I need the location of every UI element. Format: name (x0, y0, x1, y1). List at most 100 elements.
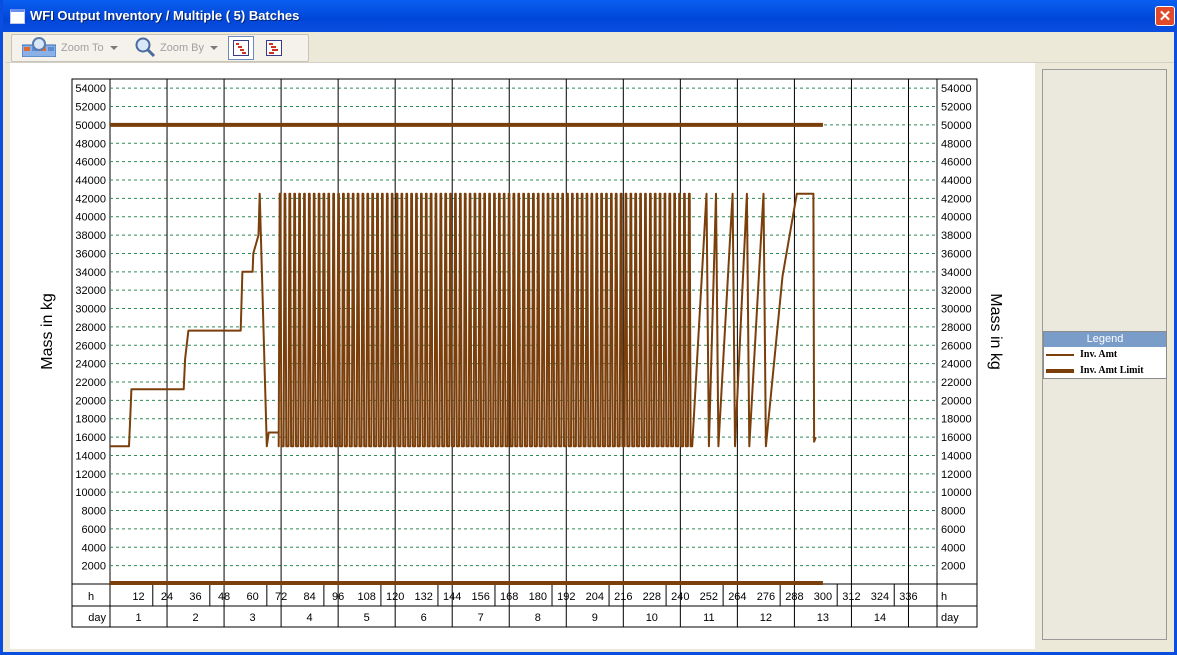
y-tick-label-left: 6000 (82, 524, 106, 536)
y-axis-title-right: Mass in kg (987, 293, 1004, 369)
x-hour-tick-label: 24 (161, 591, 173, 603)
y-tick-label-right: 16000 (941, 432, 972, 444)
x-hour-tick-label: 108 (357, 591, 375, 603)
y-tick-label-right: 18000 (941, 414, 972, 426)
y-tick-label-left: 38000 (75, 230, 106, 242)
x-day-row-label-right: day (941, 612, 959, 624)
y-tick-label-right: 26000 (941, 340, 972, 352)
legend-swatch-inv-amt-limit (1046, 369, 1074, 373)
chart-view-icon (233, 40, 249, 56)
x-day-tick-label: 4 (307, 612, 313, 624)
zoom-by-button[interactable]: Zoom By (134, 36, 219, 61)
y-tick-label-left: 52000 (75, 102, 106, 114)
x-day-tick-label: 7 (478, 612, 484, 624)
window-title: WFI Output Inventory / Multiple ( 5) Bat… (30, 8, 300, 23)
y-axis-title-left: Mass in kg (39, 293, 56, 369)
y-tick-label-left: 46000 (75, 157, 106, 169)
x-hour-tick-label: 300 (814, 591, 832, 603)
y-tick-label-left: 54000 (75, 83, 106, 95)
zoom-by-label: Zoom By (160, 42, 205, 54)
toolbar-group: Zoom To Zoom By (11, 34, 309, 62)
x-day-tick-label: 3 (250, 612, 256, 624)
x-hour-tick-label: 12 (132, 591, 144, 603)
y-tick-label-left: 40000 (75, 212, 106, 224)
y-tick-label-right: 48000 (941, 138, 972, 150)
close-button[interactable]: ✕ (1155, 6, 1175, 26)
x-day-tick-label: 13 (817, 612, 829, 624)
y-tick-label-right: 38000 (941, 230, 972, 242)
x-day-tick-label: 2 (192, 612, 198, 624)
x-day-tick-label: 5 (364, 612, 370, 624)
y-tick-label-right: 54000 (941, 83, 972, 95)
gantt-view-icon (266, 40, 282, 56)
y-tick-label-left: 20000 (75, 395, 106, 407)
y-tick-label-right: 34000 (941, 267, 972, 279)
y-tick-label-left: 28000 (75, 322, 106, 334)
y-tick-label-right: 24000 (941, 359, 972, 371)
legend-label-inv-amt-limit: Inv. Amt Limit (1080, 365, 1144, 376)
x-hour-tick-label: 336 (899, 591, 917, 603)
y-tick-label-right: 22000 (941, 377, 972, 389)
y-tick-label-right: 44000 (941, 175, 972, 187)
y-tick-label-left: 16000 (75, 432, 106, 444)
zoom-by-dropdown-icon[interactable] (210, 46, 219, 50)
x-hour-tick-label: 144 (443, 591, 461, 603)
legend-item-inv-amt-limit: Inv. Amt Limit (1044, 363, 1166, 379)
y-tick-label-right: 36000 (941, 248, 972, 260)
y-tick-label-left: 48000 (75, 138, 106, 150)
x-hour-tick-label: 84 (303, 591, 315, 603)
x-day-tick-label: 1 (135, 612, 141, 624)
y-tick-label-right: 12000 (941, 469, 972, 481)
y-tick-label-right: 14000 (941, 450, 972, 462)
x-day-tick-label: 8 (535, 612, 541, 624)
x-hour-tick-label: 60 (246, 591, 258, 603)
x-day-tick-label: 6 (421, 612, 427, 624)
y-tick-label-left: 34000 (75, 267, 106, 279)
y-tick-label-right: 4000 (941, 542, 965, 554)
y-tick-label-left: 4000 (82, 542, 106, 554)
legend-panel: Legend Inv. Amt Inv. Amt Limit (1042, 69, 1167, 640)
x-hour-tick-label: 48 (218, 591, 230, 603)
window-icon (10, 9, 25, 24)
x-hour-tick-label: 228 (643, 591, 661, 603)
x-hour-tick-label: 36 (189, 591, 201, 603)
x-hour-tick-label: 240 (671, 591, 689, 603)
y-tick-label-left: 50000 (75, 120, 106, 132)
x-hour-tick-label: 180 (529, 591, 547, 603)
chart-view-button-1[interactable] (228, 36, 254, 60)
x-hour-tick-label: 96 (332, 591, 344, 603)
x-hour-tick-label: 276 (757, 591, 775, 603)
y-tick-label-left: 8000 (82, 506, 106, 518)
zoom-to-dropdown-icon[interactable] (109, 46, 118, 50)
y-tick-label-left: 2000 (82, 561, 106, 573)
y-tick-label-left: 26000 (75, 340, 106, 352)
y-tick-label-right: 6000 (941, 524, 965, 536)
y-tick-label-right: 40000 (941, 212, 972, 224)
y-tick-label-right: 50000 (941, 120, 972, 132)
x-hour-tick-label: 216 (614, 591, 632, 603)
x-day-tick-label: 9 (592, 612, 598, 624)
chart-view-button-2[interactable] (262, 36, 286, 60)
zoom-to-button[interactable]: Zoom To (21, 36, 118, 60)
inventory-chart: 2000 2000 4000 4000 6000 6000 8000 8000 10000 100… (39, 78, 1004, 628)
legend-item-inv-amt: Inv. Amt (1044, 347, 1166, 363)
y-tick-label-right: 46000 (941, 157, 972, 169)
legend-header: Legend (1044, 332, 1166, 347)
magnifier-icon (134, 36, 156, 61)
y-tick-label-right: 28000 (941, 322, 972, 334)
y-tick-label-right: 2000 (941, 561, 965, 573)
zoom-to-icon (21, 36, 57, 60)
x-hour-row-label-right: h (941, 591, 947, 603)
x-hour-tick-label: 132 (415, 591, 433, 603)
y-tick-label-right: 30000 (941, 304, 972, 316)
zoom-to-label: Zoom To (61, 42, 104, 54)
x-hour-tick-label: 312 (842, 591, 860, 603)
title-bar[interactable]: WFI Output Inventory / Multiple ( 5) Bat… (3, 0, 1177, 32)
y-tick-label-right: 8000 (941, 506, 965, 518)
y-tick-label-left: 14000 (75, 450, 106, 462)
y-tick-label-left: 10000 (75, 487, 106, 499)
x-day-tick-label: 14 (874, 612, 886, 624)
y-tick-label-left: 24000 (75, 359, 106, 371)
y-tick-label-right: 32000 (941, 285, 972, 297)
x-day-tick-label: 11 (703, 612, 714, 624)
